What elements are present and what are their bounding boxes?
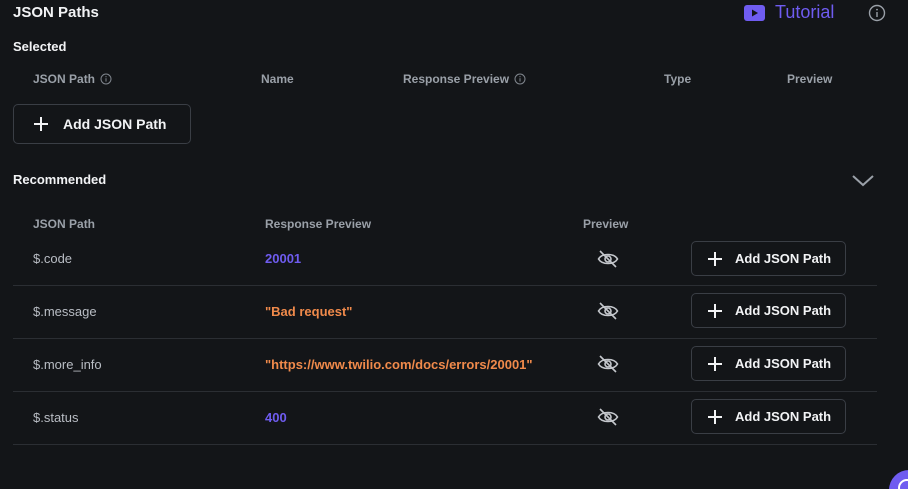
column-header-label: JSON Path <box>33 72 96 86</box>
add-json-path-label: Add JSON Path <box>735 409 832 424</box>
add-json-path-label: Add JSON Path <box>63 116 167 132</box>
eye-off-icon[interactable] <box>597 301 619 321</box>
chevron-down-icon[interactable] <box>851 172 875 188</box>
json-path-cell: $.code <box>33 251 73 266</box>
plus-icon <box>708 303 722 318</box>
add-json-path-button[interactable]: Add JSON Path <box>691 399 846 434</box>
table-row: $.code 20001 Add JSON Path <box>13 232 877 286</box>
eye-off-icon[interactable] <box>597 249 619 269</box>
selected-header-response-preview: Response Preview <box>403 72 526 86</box>
tutorial-label: Tutorial <box>775 2 835 22</box>
response-preview-cell: "Bad request" <box>265 304 353 319</box>
plus-icon <box>708 251 722 266</box>
info-icon[interactable] <box>514 73 526 85</box>
add-json-path-label: Add JSON Path <box>735 356 832 371</box>
add-json-path-button[interactable]: Add JSON Path <box>691 346 846 381</box>
add-json-path-label: Add JSON Path <box>735 251 832 266</box>
json-path-cell: $.more_info <box>33 357 102 372</box>
info-icon[interactable] <box>100 73 112 85</box>
page-title: JSON Paths <box>13 4 99 21</box>
response-preview-cell: "https://www.twilio.com/docs/errors/2000… <box>265 357 533 372</box>
table-row: $.message "Bad request" Add JSON Path <box>13 285 877 339</box>
plus-icon <box>708 409 722 424</box>
add-json-path-button[interactable]: Add JSON Path <box>691 241 846 276</box>
info-icon[interactable] <box>868 4 886 22</box>
tutorial-link[interactable]: Tutorial <box>744 2 834 23</box>
table-row: $.status 400 Add JSON Path <box>13 391 877 445</box>
help-chat-button[interactable] <box>889 470 908 489</box>
plus-icon <box>708 356 722 371</box>
add-json-path-button[interactable]: Add JSON Path <box>13 104 191 144</box>
recommended-header-preview: Preview <box>583 217 629 231</box>
plus-icon <box>34 117 48 131</box>
response-preview-cell: 20001 <box>265 251 302 266</box>
json-paths-panel: JSON Paths Tutorial Selected JSON Path N… <box>0 0 908 489</box>
json-path-cell: $.status <box>33 410 79 425</box>
selected-header-preview: Preview <box>787 72 833 86</box>
column-header-label: Response Preview <box>403 72 510 86</box>
add-json-path-label: Add JSON Path <box>735 303 832 318</box>
response-preview-cell: 400 <box>265 410 287 425</box>
selected-header-json-path: JSON Path <box>33 72 112 86</box>
selected-header-type: Type <box>664 72 692 86</box>
json-path-cell: $.message <box>33 304 97 319</box>
selected-section-label: Selected <box>13 39 67 54</box>
recommended-header-json-path: JSON Path <box>33 217 96 231</box>
recommended-section-label: Recommended <box>13 172 107 187</box>
eye-off-icon[interactable] <box>597 407 619 427</box>
eye-off-icon[interactable] <box>597 354 619 374</box>
table-row: $.more_info "https://www.twilio.com/docs… <box>13 338 877 392</box>
selected-header-name: Name <box>261 72 294 86</box>
recommended-header-response-preview: Response Preview <box>265 217 372 231</box>
add-json-path-button[interactable]: Add JSON Path <box>691 293 846 328</box>
youtube-icon <box>744 4 765 21</box>
